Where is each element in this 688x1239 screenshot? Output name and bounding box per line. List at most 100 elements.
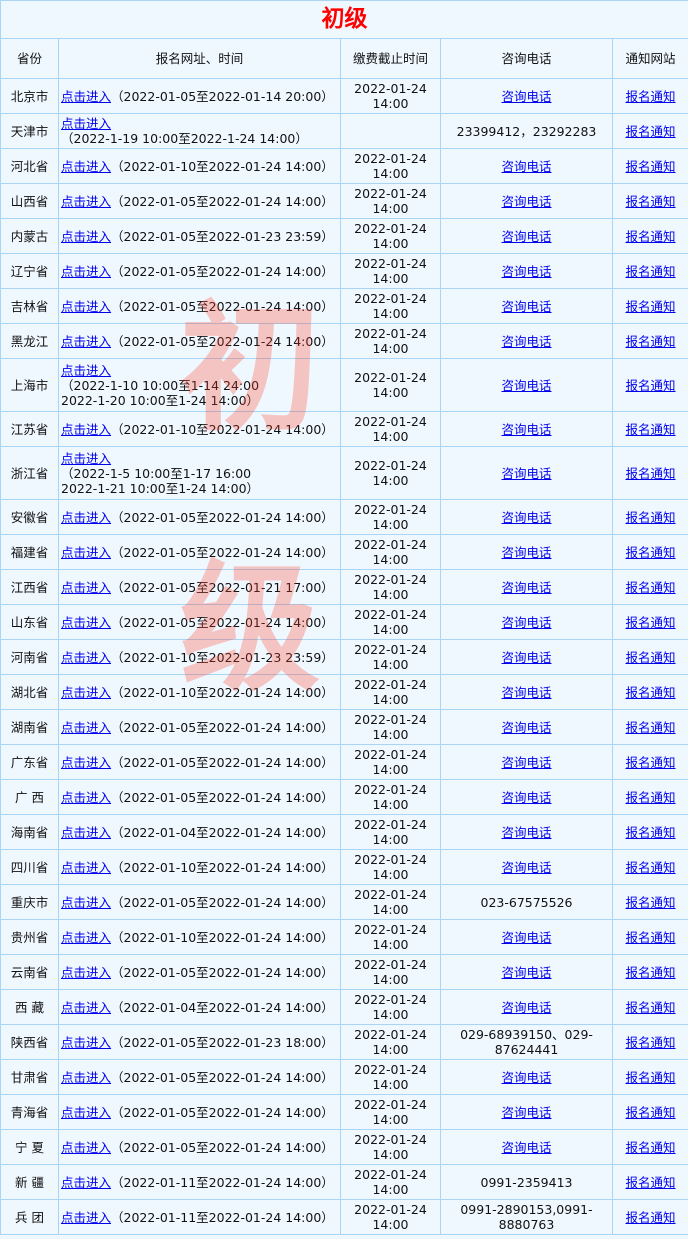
table-row: 北京市 点击进入（2022-01-05至2022-01-14 20:00） 2022… bbox=[0, 78, 688, 114]
register-link[interactable]: 点击进入 bbox=[61, 159, 111, 174]
deadline: 2022-01-24 14:00 bbox=[340, 989, 441, 1025]
phone-link[interactable]: 咨询电话 bbox=[501, 615, 551, 630]
notice-link[interactable]: 报名通知 bbox=[626, 89, 676, 104]
notice-link[interactable]: 报名通知 bbox=[626, 685, 676, 700]
phone-link[interactable]: 咨询电话 bbox=[501, 264, 551, 279]
notice-link[interactable]: 报名通知 bbox=[626, 650, 676, 665]
phone-link[interactable]: 咨询电话 bbox=[501, 685, 551, 700]
notice-cell: 报名通知 bbox=[611, 849, 688, 885]
notice-link[interactable]: 报名通知 bbox=[626, 860, 676, 875]
register-link[interactable]: 点击进入 bbox=[61, 825, 111, 840]
notice-link[interactable]: 报名通知 bbox=[626, 930, 676, 945]
phone-cell: 咨询电话 bbox=[440, 358, 613, 412]
register-link[interactable]: 点击进入 bbox=[61, 580, 111, 595]
phone-link[interactable]: 咨询电话 bbox=[501, 650, 551, 665]
register-link[interactable]: 点击进入 bbox=[61, 1175, 111, 1190]
notice-link[interactable]: 报名通知 bbox=[626, 264, 676, 279]
phone-link[interactable]: 咨询电话 bbox=[501, 790, 551, 805]
notice-link[interactable]: 报名通知 bbox=[626, 965, 676, 980]
phone-link[interactable]: 咨询电话 bbox=[501, 965, 551, 980]
phone-cell: 咨询电话 bbox=[440, 989, 613, 1025]
register-link[interactable]: 点击进入 bbox=[61, 790, 111, 805]
register-link[interactable]: 点击进入 bbox=[61, 650, 111, 665]
phone-link[interactable]: 咨询电话 bbox=[501, 545, 551, 560]
notice-link[interactable]: 报名通知 bbox=[626, 124, 676, 139]
notice-link[interactable]: 报名通知 bbox=[626, 755, 676, 770]
notice-link[interactable]: 报名通知 bbox=[626, 510, 676, 525]
register-link[interactable]: 点击进入 bbox=[61, 264, 111, 279]
notice-link[interactable]: 报名通知 bbox=[626, 299, 676, 314]
phone-link[interactable]: 咨询电话 bbox=[501, 755, 551, 770]
register-link[interactable]: 点击进入 bbox=[61, 451, 111, 466]
notice-link[interactable]: 报名通知 bbox=[626, 194, 676, 209]
deadline: 2022-01-24 14:00 bbox=[340, 148, 441, 184]
register-link[interactable]: 点击进入 bbox=[61, 860, 111, 875]
register-link[interactable]: 点击进入 bbox=[61, 965, 111, 980]
phone-link[interactable]: 咨询电话 bbox=[501, 229, 551, 244]
phone-link[interactable]: 咨询电话 bbox=[501, 825, 551, 840]
phone-link[interactable]: 咨询电话 bbox=[501, 1070, 551, 1085]
phone-cell: 咨询电话 bbox=[440, 814, 613, 850]
register-link[interactable]: 点击进入 bbox=[61, 720, 111, 735]
notice-link[interactable]: 报名通知 bbox=[626, 720, 676, 735]
phone-link[interactable]: 咨询电话 bbox=[501, 422, 551, 437]
phone-link[interactable]: 咨询电话 bbox=[501, 194, 551, 209]
notice-link[interactable]: 报名通知 bbox=[626, 1000, 676, 1015]
phone-link[interactable]: 咨询电话 bbox=[501, 860, 551, 875]
notice-link[interactable]: 报名通知 bbox=[626, 895, 676, 910]
register-link[interactable]: 点击进入 bbox=[61, 895, 111, 910]
notice-link[interactable]: 报名通知 bbox=[626, 1070, 676, 1085]
notice-link[interactable]: 报名通知 bbox=[626, 1105, 676, 1120]
register-link[interactable]: 点击进入 bbox=[61, 334, 111, 349]
register-link[interactable]: 点击进入 bbox=[61, 116, 111, 131]
register-link[interactable]: 点击进入 bbox=[61, 1070, 111, 1085]
notice-link[interactable]: 报名通知 bbox=[626, 466, 676, 481]
register-link[interactable]: 点击进入 bbox=[61, 1140, 111, 1155]
notice-link[interactable]: 报名通知 bbox=[626, 334, 676, 349]
phone-link[interactable]: 咨询电话 bbox=[501, 378, 551, 393]
phone-link[interactable]: 咨询电话 bbox=[501, 466, 551, 481]
phone-link[interactable]: 咨询电话 bbox=[501, 510, 551, 525]
register-link[interactable]: 点击进入 bbox=[61, 229, 111, 244]
phone-link[interactable]: 咨询电话 bbox=[501, 1140, 551, 1155]
register-link[interactable]: 点击进入 bbox=[61, 1210, 111, 1225]
register-link[interactable]: 点击进入 bbox=[61, 510, 111, 525]
notice-link[interactable]: 报名通知 bbox=[626, 580, 676, 595]
notice-link[interactable]: 报名通知 bbox=[626, 378, 676, 393]
notice-link[interactable]: 报名通知 bbox=[626, 545, 676, 560]
phone-link[interactable]: 咨询电话 bbox=[501, 89, 551, 104]
register-link[interactable]: 点击进入 bbox=[61, 685, 111, 700]
notice-link[interactable]: 报名通知 bbox=[626, 1175, 676, 1190]
notice-cell: 报名通知 bbox=[611, 78, 688, 114]
phone-link[interactable]: 咨询电话 bbox=[501, 334, 551, 349]
notice-link[interactable]: 报名通知 bbox=[626, 790, 676, 805]
notice-link[interactable]: 报名通知 bbox=[626, 615, 676, 630]
register-link[interactable]: 点击进入 bbox=[61, 363, 111, 378]
notice-link[interactable]: 报名通知 bbox=[626, 422, 676, 437]
phone-link[interactable]: 咨询电话 bbox=[501, 159, 551, 174]
phone-link[interactable]: 咨询电话 bbox=[501, 1000, 551, 1015]
phone-link[interactable]: 咨询电话 bbox=[501, 720, 551, 735]
notice-link[interactable]: 报名通知 bbox=[626, 1140, 676, 1155]
register-link[interactable]: 点击进入 bbox=[61, 615, 111, 630]
phone-link[interactable]: 咨询电话 bbox=[501, 930, 551, 945]
notice-link[interactable]: 报名通知 bbox=[626, 229, 676, 244]
register-link[interactable]: 点击进入 bbox=[61, 1035, 111, 1050]
notice-link[interactable]: 报名通知 bbox=[626, 825, 676, 840]
notice-link[interactable]: 报名通知 bbox=[626, 1210, 676, 1225]
register-link[interactable]: 点击进入 bbox=[61, 755, 111, 770]
register-link[interactable]: 点击进入 bbox=[61, 299, 111, 314]
register-link[interactable]: 点击进入 bbox=[61, 194, 111, 209]
notice-link[interactable]: 报名通知 bbox=[626, 159, 676, 174]
register-link[interactable]: 点击进入 bbox=[61, 89, 111, 104]
phone-link[interactable]: 咨询电话 bbox=[501, 1105, 551, 1120]
phone-link[interactable]: 咨询电话 bbox=[501, 580, 551, 595]
register-link[interactable]: 点击进入 bbox=[61, 545, 111, 560]
register-link[interactable]: 点击进入 bbox=[61, 1000, 111, 1015]
phone-link[interactable]: 咨询电话 bbox=[501, 299, 551, 314]
notice-link[interactable]: 报名通知 bbox=[626, 1035, 676, 1050]
register-link[interactable]: 点击进入 bbox=[61, 422, 111, 437]
phone-cell: 咨询电话 bbox=[440, 569, 613, 605]
register-link[interactable]: 点击进入 bbox=[61, 1105, 111, 1120]
register-link[interactable]: 点击进入 bbox=[61, 930, 111, 945]
